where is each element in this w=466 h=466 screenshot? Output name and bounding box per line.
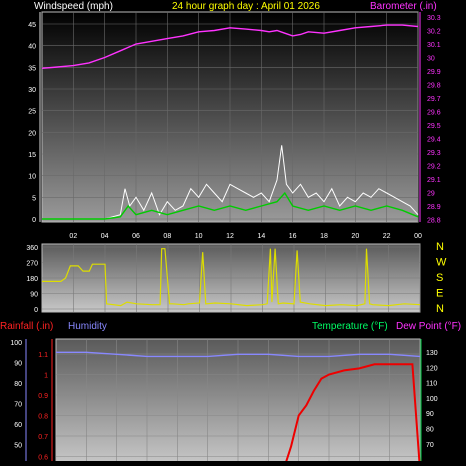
baro-y-tick: 29.4	[427, 137, 441, 144]
humidity-tick: 70	[14, 402, 22, 409]
temp-tick: 90	[426, 411, 434, 418]
humidity-tick: 100	[10, 340, 22, 347]
baro-y-tick: 28.9	[427, 204, 441, 211]
temp-label: Temperature (°F)	[312, 321, 388, 332]
baro-y-tick: 30	[427, 56, 435, 63]
baro-y-tick: 30.1	[427, 42, 441, 49]
baro-y-tick: 29	[427, 191, 435, 198]
baro-y-tick: 29.6	[427, 110, 441, 117]
x-tick: 00	[414, 233, 422, 240]
temp-tick: 110	[426, 381, 437, 388]
baro-y-tick: 30.2	[427, 29, 441, 36]
dir-y-tick: 90	[30, 292, 38, 299]
wind-y-tick: 40	[28, 44, 36, 51]
x-tick: 10	[195, 233, 203, 240]
x-tick: 08	[163, 233, 171, 240]
x-tick: 22	[383, 233, 391, 240]
wind-y-tick: 0	[32, 217, 36, 224]
compass-label: E	[436, 288, 443, 300]
x-tick: 16	[289, 233, 297, 240]
baro-y-tick: 29.5	[427, 123, 441, 130]
wind-y-tick: 45	[28, 22, 36, 29]
dir-y-tick: 0	[34, 307, 38, 314]
baro-y-tick: 30.3	[427, 15, 441, 22]
wind-y-tick: 35	[28, 65, 36, 72]
rain-tick: 1	[44, 373, 48, 380]
rain-tick: 1.1	[38, 352, 48, 359]
compass-label: N	[436, 303, 444, 315]
x-tick: 12	[226, 233, 234, 240]
compass-label: N	[436, 241, 444, 253]
compass-label: S	[436, 272, 443, 284]
dew-label: Dew Point (°F)	[396, 321, 461, 332]
temp-tick: 120	[426, 365, 438, 372]
x-tick: 14	[257, 233, 265, 240]
weather-graph-svg: Windspeed (mph) 24 hour graph day : April…	[0, 1, 461, 466]
chart-title: 24 hour graph day : April 01 2026	[172, 1, 320, 12]
wind-y-tick: 25	[28, 109, 36, 116]
baro-y-tick: 28.8	[427, 218, 441, 225]
wind-y-tick: 30	[28, 87, 36, 94]
humidity-tick: 60	[14, 422, 22, 429]
x-tick: 20	[351, 233, 359, 240]
humidity-tick: 90	[14, 361, 22, 368]
rain-label: Rainfall (.in)	[0, 321, 53, 332]
wind-y-tick: 10	[28, 174, 36, 181]
rain-tick: 0.9	[38, 393, 48, 400]
humidity-tick: 80	[14, 381, 22, 388]
temp-tick: 130	[426, 350, 438, 357]
x-tick: 02	[69, 233, 77, 240]
humidity-label: Humidity	[68, 321, 107, 332]
baro-y-tick: 29.1	[427, 177, 441, 184]
temp-tick: 70	[426, 442, 434, 449]
dir-y-tick: 180	[26, 276, 38, 283]
wind-y-tick: 20	[28, 130, 36, 137]
x-tick: 04	[101, 233, 109, 240]
baro-y-tick: 29.8	[427, 83, 441, 90]
rain-tick: 0.7	[38, 434, 48, 441]
baro-y-tick: 29.2	[427, 164, 441, 171]
wind-y-tick: 15	[28, 152, 36, 159]
compass-label: W	[436, 257, 447, 269]
rain-tick: 0.6	[38, 455, 48, 462]
humidity-tick: 50	[14, 443, 22, 450]
baro-label: Barometer (.in)	[370, 1, 437, 12]
baro-y-tick: 29.9	[427, 69, 441, 76]
weather-graphs: Windspeed (mph) 24 hour graph day : April…	[0, 0, 466, 466]
baro-y-tick: 29.3	[427, 150, 441, 157]
dir-y-tick: 270	[26, 261, 38, 268]
temp-tick: 100	[426, 396, 438, 403]
wind-y-tick: 5	[32, 195, 36, 202]
rain-tick: 0.8	[38, 414, 48, 421]
wind-label: Windspeed (mph)	[34, 1, 113, 12]
x-tick: 06	[132, 233, 140, 240]
baro-y-tick: 29.7	[427, 96, 441, 103]
temp-tick: 80	[426, 427, 434, 434]
dir-y-tick: 360	[26, 245, 38, 252]
x-tick: 18	[320, 233, 328, 240]
